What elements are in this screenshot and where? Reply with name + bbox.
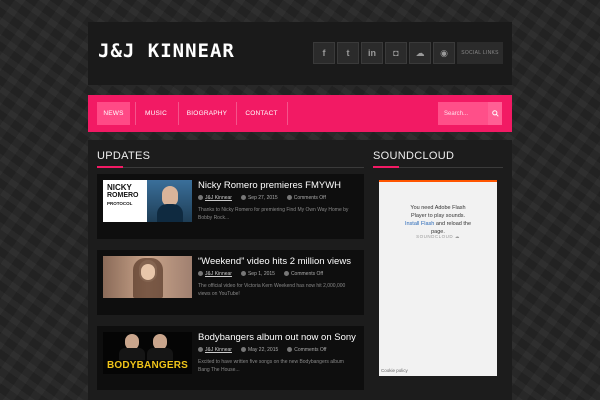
user-icon — [198, 271, 203, 277]
nav-item-news[interactable]: NEWS — [97, 102, 130, 125]
clock-icon — [240, 347, 246, 353]
site-title[interactable]: J&J KINNEAR — [98, 40, 235, 62]
search-input[interactable]: Search... — [438, 102, 488, 125]
post-excerpt: Excited to have written five songs on th… — [198, 359, 344, 373]
artist-photo — [147, 180, 192, 222]
post-author[interactable]: J&J Kinnear — [205, 347, 232, 353]
flash-message-line: Player to play sounds. — [410, 213, 466, 219]
post-meta: J&J Kinnear Sep 27, 2015 Comments Off — [198, 195, 326, 201]
flash-message: You need Adobe Flash Player to play soun… — [385, 204, 491, 236]
post-author[interactable]: J&J Kinnear — [205, 271, 232, 277]
post-title[interactable]: “Weekend” video hits 2 million views — [198, 256, 351, 267]
post-date: May 22, 2015 — [247, 347, 279, 353]
user-icon — [198, 195, 203, 201]
rss-icon[interactable]: ◉ — [433, 42, 455, 64]
soundcloud-heading-accent — [373, 166, 399, 168]
clock-icon — [240, 195, 246, 201]
twitter-icon[interactable]: t — [337, 42, 359, 64]
nav-divider — [135, 102, 136, 125]
nav-divider — [236, 102, 237, 125]
soundcloud-logo-text: SOUNDCLOUD — [416, 234, 454, 239]
instagram-icon[interactable]: ◘ — [385, 42, 407, 64]
cloud-icon: ☁ — [454, 234, 460, 239]
cookie-policy-link[interactable]: Cookie policy — [381, 368, 408, 373]
install-flash-link[interactable]: Install Flash — [405, 221, 434, 227]
comment-icon — [283, 271, 289, 277]
flash-message-line: You need Adobe Flash — [410, 205, 466, 211]
nicky-romero-logo: NICKY ROMERO PROTOCOL — [103, 180, 147, 222]
post-excerpt: Thanks to Nicky Romero for premiering Fi… — [198, 207, 349, 221]
nav-item-contact[interactable]: CONTACT — [240, 102, 283, 125]
post-meta: J&J Kinnear Sep 1, 2015 Comments Off — [198, 271, 323, 277]
post-date: Sep 1, 2015 — [247, 271, 275, 277]
flash-message-line: and reload the — [435, 221, 472, 227]
social-icons: f t in ◘ ☁ ◉ — [313, 42, 455, 64]
post-meta: J&J Kinnear May 22, 2015 Comments Off — [198, 347, 326, 353]
comment-icon — [286, 195, 292, 201]
post-thumbnail[interactable] — [103, 256, 192, 298]
post-thumbnail[interactable]: NICKY ROMERO PROTOCOL — [103, 180, 192, 222]
updates-heading-rule — [97, 167, 364, 168]
post-author[interactable]: J&J Kinnear — [205, 195, 232, 201]
clock-icon — [240, 271, 246, 277]
soundcloud-heading: SOUNDCLOUD — [373, 150, 455, 162]
post-card: NICKY ROMERO PROTOCOL Nicky Romero premi… — [97, 174, 364, 239]
site-header: J&J KINNEAR f t in ◘ ☁ ◉ SOCIAL LINKS — [88, 22, 512, 85]
nav-item-biography[interactable]: BIOGRAPHY — [182, 102, 232, 125]
bodybangers-logo: BODYBANGERS — [106, 360, 189, 371]
thumb-text-line: ROMERO — [107, 192, 139, 199]
nav-divider — [287, 102, 288, 125]
post-date: Sep 27, 2015 — [247, 195, 278, 201]
nav-item-music[interactable]: MUSIC — [138, 102, 174, 125]
social-links-label: SOCIAL LINKS — [457, 42, 503, 64]
post-title[interactable]: Bodybangers album out now on Sony — [198, 332, 356, 343]
user-icon — [198, 347, 203, 353]
updates-heading-accent — [97, 166, 123, 168]
post-thumbnail[interactable]: BODYBANGERS — [103, 332, 192, 374]
linkedin-icon[interactable]: in — [361, 42, 383, 64]
updates-heading: UPDATES — [97, 150, 151, 162]
soundcloud-widget[interactable]: You need Adobe Flash Player to play soun… — [379, 180, 497, 376]
thumb-text-line: NICKY — [107, 183, 132, 192]
soundcloud-logo[interactable]: SOUNDCLOUD ☁ — [379, 234, 497, 240]
post-comments: Comments Off — [294, 347, 327, 353]
post-comments: Comments Off — [290, 271, 324, 277]
thumb-text-line: PROTOCOL — [107, 201, 133, 206]
post-card: “Weekend” video hits 2 million views J&J… — [97, 250, 364, 315]
post-card: BODYBANGERS Bodybangers album out now on… — [97, 326, 364, 390]
post-excerpt: The official video for Victoria Kern Wee… — [198, 283, 346, 297]
nav-divider — [178, 102, 179, 125]
post-comments: Comments Off — [293, 195, 326, 201]
comment-icon — [287, 347, 293, 353]
soundcloud-icon[interactable]: ☁ — [409, 42, 431, 64]
main-nav: NEWS MUSIC BIOGRAPHY CONTACT Search... — [88, 95, 512, 132]
search-icon[interactable] — [488, 102, 502, 125]
post-title[interactable]: Nicky Romero premieres FMYWH — [198, 180, 341, 191]
facebook-icon[interactable]: f — [313, 42, 335, 64]
